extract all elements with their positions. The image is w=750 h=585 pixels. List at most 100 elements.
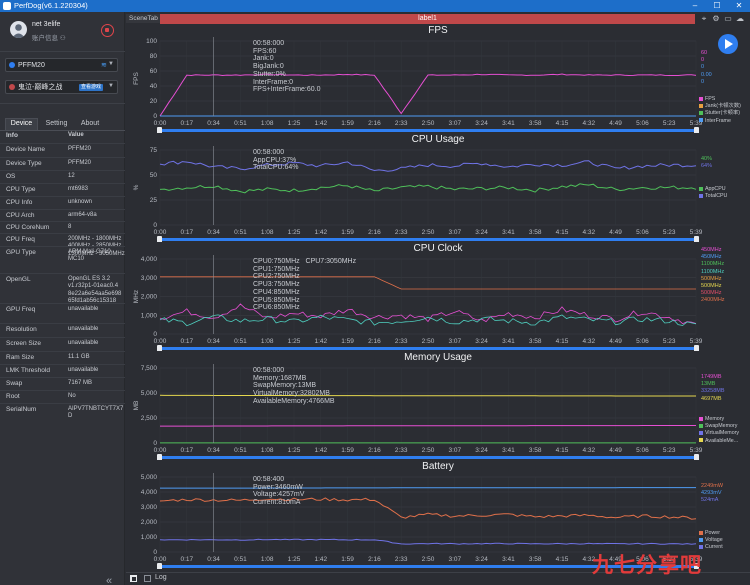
timeline-scrollbar[interactable] <box>160 347 696 350</box>
timeline-handle-right[interactable] <box>694 127 699 133</box>
scene-tab[interactable]: SceneTab <box>126 14 160 23</box>
x-tick-label: 4:32 <box>582 229 595 236</box>
legend-item[interactable]: Current <box>699 544 723 550</box>
legend-item[interactable]: TotalCPU <box>699 193 727 199</box>
location-icon[interactable]: ⌖ <box>699 14 709 24</box>
timeline-handle-left[interactable] <box>157 454 162 460</box>
device-select[interactable]: PFFM20 ≋ ▼ <box>5 58 118 72</box>
y-tick-label: 50 <box>150 172 158 179</box>
timeline-scrollbar[interactable] <box>160 456 696 459</box>
legend-item[interactable]: SwapMemory <box>699 423 737 429</box>
x-tick-label: 0:00 <box>154 229 167 236</box>
x-tick-label: 3:41 <box>502 229 515 236</box>
info-value: PFFM20 <box>68 160 92 166</box>
settings-icon[interactable]: ⚙ <box>711 14 721 24</box>
x-tick-label: 1:42 <box>314 229 327 236</box>
chart-memory: 7,500 5,000 2,500 0 MB 0:00 0:17 0:34 0:51 1:08 1:… <box>126 352 750 460</box>
legend-item[interactable]: VirtualMemory <box>699 430 739 436</box>
user-name: net 3elife <box>32 21 61 28</box>
timeline-scrollbar[interactable] <box>160 129 696 132</box>
timeline-handle-right[interactable] <box>694 454 699 460</box>
chart-title: CPU Clock <box>413 243 463 254</box>
info-key: CPU Type <box>6 186 36 193</box>
legend-swatch <box>699 537 703 542</box>
collapse-sidebar-icon[interactable]: « <box>106 575 112 585</box>
x-tick-label: 1:42 <box>314 120 327 127</box>
x-tick-label: 3:07 <box>448 338 461 345</box>
legend-item[interactable]: InterFrame <box>699 118 731 124</box>
series-line <box>160 425 696 427</box>
y-tick-label: 1,000 <box>141 534 158 541</box>
current-value: 524mA <box>701 497 719 504</box>
label-bar[interactable]: label1 <box>160 14 695 24</box>
y-tick-label: 2,000 <box>141 519 158 526</box>
current-value: 0.00 <box>701 71 712 78</box>
x-tick-label: 4:15 <box>556 556 569 563</box>
x-tick-label: 3:24 <box>475 556 488 563</box>
y-axis-label: MB <box>133 401 140 411</box>
record-button[interactable] <box>101 24 114 37</box>
legend-swatch <box>699 193 703 198</box>
current-value: 60 <box>701 50 708 56</box>
x-tick-label: 1:59 <box>341 338 354 345</box>
x-tick-label: 0:00 <box>154 338 167 345</box>
timeline-handle-right[interactable] <box>694 345 699 351</box>
cloud-icon[interactable]: ☁ <box>735 14 745 24</box>
timeline-handle-left[interactable] <box>157 563 162 569</box>
watermark-logo: 九七分享吧 <box>592 553 702 577</box>
timeline-handle-left[interactable] <box>157 127 162 133</box>
folder-icon[interactable]: ▭ <box>723 14 733 24</box>
app-badge[interactable]: 查看游戏 <box>79 84 104 91</box>
legend-swatch <box>699 96 703 101</box>
current-value: 500MHz <box>701 290 722 297</box>
info-value: arm64-v8a <box>68 212 97 218</box>
legend-item[interactable]: Jank(卡顿次数) <box>699 103 741 109</box>
legend-item[interactable]: Power <box>699 530 720 536</box>
x-tick-label: 0:17 <box>180 556 193 563</box>
timeline-handle-left[interactable] <box>157 345 162 351</box>
chart-title: CPU Usage <box>411 134 465 145</box>
info-key: Ram Size <box>6 354 35 361</box>
minimize-button[interactable]: – <box>684 0 706 12</box>
info-value: PFFM20 <box>68 146 92 152</box>
x-tick-label: 5:06 <box>636 120 649 127</box>
timeline-handle-left[interactable] <box>157 236 162 242</box>
avatar[interactable] <box>10 21 27 38</box>
legend-item[interactable]: FPS <box>699 96 715 102</box>
maximize-button[interactable]: ☐ <box>706 0 728 12</box>
x-tick-label: 3:58 <box>529 338 542 345</box>
app-select[interactable]: 鬼泣-巅峰之战 查看游戏 ▼ <box>5 80 118 94</box>
row-divider <box>0 364 125 365</box>
tab-about[interactable]: About <box>75 118 105 130</box>
x-tick-label: 2:33 <box>395 120 408 127</box>
timeline-scrollbar[interactable] <box>160 238 696 241</box>
x-tick-label: 0:17 <box>180 229 193 236</box>
tab-setting[interactable]: Setting <box>40 118 73 130</box>
x-tick-label: 4:32 <box>582 338 595 345</box>
divider <box>0 51 125 52</box>
chevron-down-icon: ▼ <box>108 83 114 89</box>
log-panel-toggle[interactable] <box>130 575 137 582</box>
log-checkbox[interactable] <box>144 575 151 582</box>
legend-item[interactable]: Memory <box>699 416 724 422</box>
tab-device[interactable]: Device <box>5 118 38 130</box>
x-tick-label: 0:51 <box>234 556 247 563</box>
legend-item[interactable]: AvailableMe... <box>699 438 738 444</box>
account-info-link[interactable]: 账户信息 ⚇ <box>32 32 66 42</box>
legend-item[interactable]: Stutter(卡顿率) <box>699 110 740 116</box>
x-tick-label: 1:08 <box>261 447 274 454</box>
legend-item[interactable]: AppCPU <box>699 186 726 192</box>
y-axis-label: MHz <box>133 290 140 303</box>
legend-item[interactable]: Voltage <box>699 537 723 543</box>
chart-cpu: 75 50 25 0% 0:00 0:17 0:34 0:51 1:08 1:25 1:42 1:59… <box>126 134 750 242</box>
x-tick-label: 0:00 <box>154 120 167 127</box>
x-tick-label: 5:06 <box>636 338 649 345</box>
info-key: Device Type <box>6 160 42 167</box>
legend-swatch <box>699 110 703 115</box>
row-divider <box>0 170 125 171</box>
timeline-handle-right[interactable] <box>694 236 699 242</box>
x-tick-label: 1:42 <box>314 338 327 345</box>
y-tick-label: 2,500 <box>141 415 158 422</box>
info-value: 12 <box>68 173 75 179</box>
close-button[interactable]: ✕ <box>728 0 750 12</box>
